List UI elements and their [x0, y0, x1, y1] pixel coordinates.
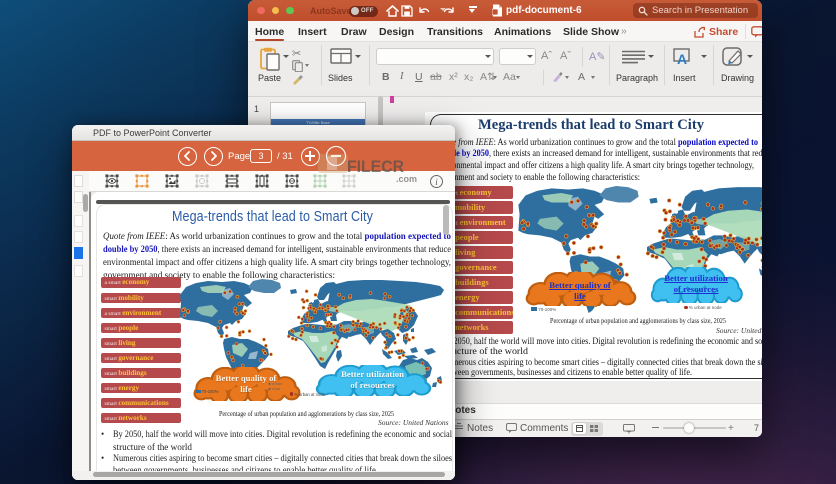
svg-text:A: A — [677, 51, 687, 66]
